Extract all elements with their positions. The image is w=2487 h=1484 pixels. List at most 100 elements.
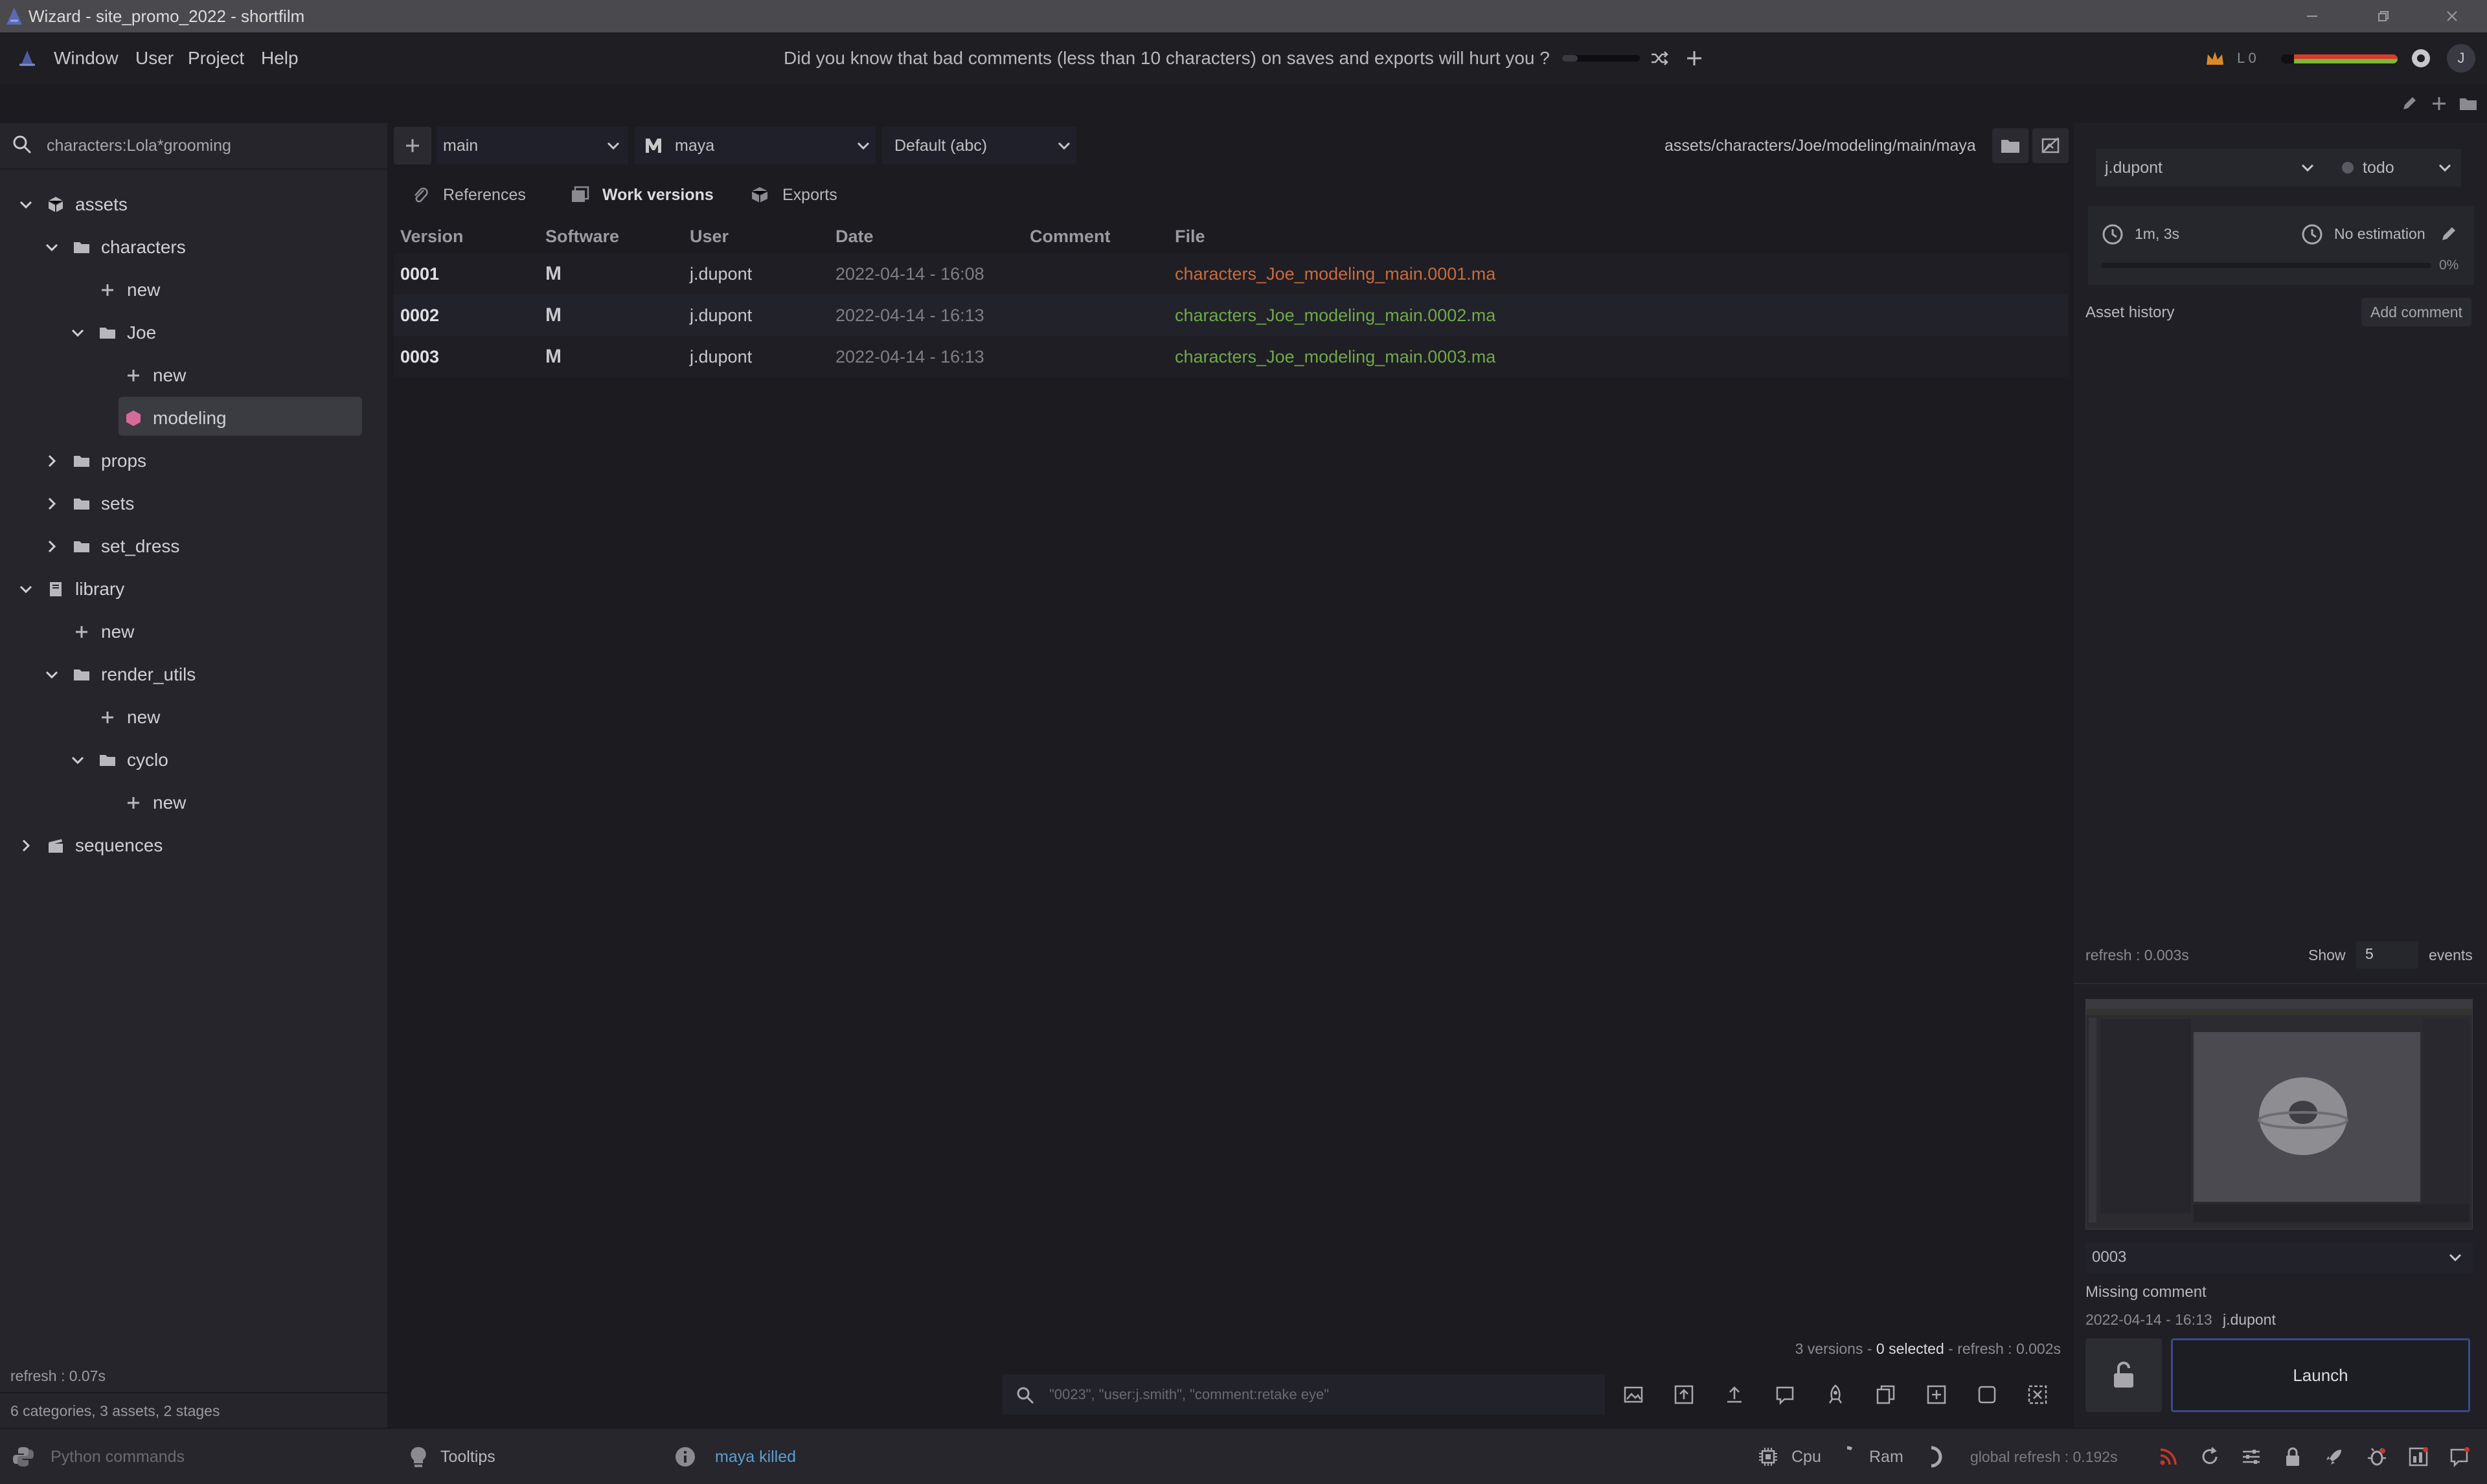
edit-button[interactable] xyxy=(2400,95,2418,113)
ticket-button[interactable] xyxy=(2364,1444,2390,1470)
column-user[interactable]: User xyxy=(690,223,729,249)
events-count-input[interactable]: 5 xyxy=(2356,941,2418,969)
launch-farm-button[interactable] xyxy=(1815,1375,1856,1415)
events-label: events xyxy=(2429,947,2473,963)
tree-item-assets[interactable]: assets xyxy=(18,185,128,224)
column-comment[interactable]: Comment xyxy=(1030,223,1111,249)
life-bar xyxy=(2281,54,2398,63)
new-empty-button[interactable] xyxy=(1966,1375,2008,1415)
export-button[interactable] xyxy=(1714,1375,1755,1415)
tree-item-render-utils[interactable]: render_utils xyxy=(44,655,196,694)
comment-button[interactable] xyxy=(1764,1375,1806,1415)
tree-item-new[interactable]: new xyxy=(98,698,160,737)
crown-icon xyxy=(2205,49,2225,67)
tab-exports-label: Exports xyxy=(782,185,837,204)
tree-item-set-dress[interactable]: set_dress xyxy=(44,527,179,566)
tab-work-versions[interactable]: Work versions xyxy=(570,177,714,213)
box-icon xyxy=(751,187,768,203)
lock-button[interactable] xyxy=(2085,1338,2162,1412)
preferences-button[interactable] xyxy=(2238,1444,2264,1470)
upload-thumbnail-button[interactable] xyxy=(1663,1375,1705,1415)
chevron-down-icon[interactable] xyxy=(18,197,34,212)
add-tip-button[interactable] xyxy=(1684,48,1705,69)
tree-item-sets[interactable]: sets xyxy=(44,484,134,523)
chevron-right-icon[interactable] xyxy=(44,539,60,554)
open-folder-button[interactable] xyxy=(2459,95,2478,113)
tree-item-new[interactable]: new xyxy=(98,271,160,309)
tree-item-label: new xyxy=(127,280,161,300)
version-thumbnail[interactable] xyxy=(2085,999,2473,1230)
add-button[interactable] xyxy=(2430,95,2448,113)
tree-item-Joe[interactable]: Joe xyxy=(70,313,156,352)
cell-date: 2022-04-14 - 16:13 xyxy=(835,306,984,325)
chevron-down-icon[interactable] xyxy=(70,752,85,768)
shuffle-tip-button[interactable] xyxy=(1649,48,1670,69)
menu-window[interactable]: Window xyxy=(54,32,119,84)
tooltips-toggle[interactable]: Tooltips xyxy=(440,1444,495,1470)
new-version-button[interactable] xyxy=(1916,1375,1957,1415)
notifications-button[interactable] xyxy=(2447,1444,2473,1470)
versions-status: 3 versions - 0 selected - refresh : 0.00… xyxy=(1554,1340,2061,1358)
settings-button[interactable] xyxy=(2409,47,2433,70)
column-date[interactable]: Date xyxy=(835,223,874,249)
column-file[interactable]: File xyxy=(1175,223,1205,249)
locks-button[interactable] xyxy=(2280,1444,2306,1470)
folder-icon xyxy=(73,495,91,513)
tree-item-modeling[interactable]: modeling xyxy=(124,399,227,438)
add-variant-button[interactable] xyxy=(394,127,431,164)
chevron-right-icon[interactable] xyxy=(18,838,34,853)
tree-item-characters[interactable]: characters xyxy=(44,228,186,267)
edit-estimation-button[interactable] xyxy=(2439,224,2459,243)
quick-launch-button[interactable] xyxy=(2321,1444,2347,1470)
chevron-down-icon[interactable] xyxy=(70,325,85,341)
maximize-button[interactable] xyxy=(2351,0,2416,32)
feed-button[interactable] xyxy=(2155,1444,2181,1470)
version-select[interactable] xyxy=(2085,1242,2473,1273)
chevron-down-icon xyxy=(2436,159,2453,176)
menu-help[interactable]: Help xyxy=(261,32,299,84)
chevron-down-icon[interactable] xyxy=(18,581,34,597)
menu-project[interactable]: Project xyxy=(188,32,244,84)
close-window-button[interactable] xyxy=(2420,0,2484,32)
toggle-view-button[interactable] xyxy=(2032,128,2069,163)
open-folder-button[interactable] xyxy=(1992,128,2028,163)
column-version[interactable]: Version xyxy=(400,223,464,249)
maya-viewport-thumbnail-image xyxy=(2086,1000,2472,1229)
versions-search-input[interactable]: "0023", "user:j.smith", "comment:retake … xyxy=(1049,1384,1329,1405)
duplicate-button[interactable] xyxy=(1865,1375,1907,1415)
chevron-right-icon[interactable] xyxy=(44,453,60,469)
tree-search-input[interactable]: characters:Lola*grooming xyxy=(47,133,231,159)
wizard-logo-icon xyxy=(4,6,25,26)
software-select[interactable] xyxy=(635,127,876,164)
refresh-button[interactable] xyxy=(2197,1444,2223,1470)
cell-user: j.dupont xyxy=(690,264,753,284)
tree-item-sequences[interactable]: sequences xyxy=(18,826,163,865)
tab-exports[interactable]: Exports xyxy=(750,177,837,213)
tree-item-new[interactable]: new xyxy=(124,356,186,395)
tab-references[interactable]: References xyxy=(411,177,526,213)
minimize-button[interactable] xyxy=(2280,0,2345,32)
python-command-input[interactable]: Python commands xyxy=(51,1444,185,1470)
tree-item-label: new xyxy=(101,622,135,642)
tree-item-new[interactable]: new xyxy=(124,783,186,822)
column-software[interactable]: Software xyxy=(545,223,619,249)
menu-user[interactable]: User xyxy=(135,32,174,84)
launch-button[interactable]: Launch xyxy=(2171,1338,2470,1412)
shuffle-icon xyxy=(1652,51,1668,65)
tree-item-label: modeling xyxy=(153,408,227,428)
chevron-down-icon[interactable] xyxy=(44,240,60,255)
tree-item-library[interactable]: library xyxy=(18,570,124,609)
close-icon xyxy=(2447,11,2457,21)
chevron-down-icon[interactable] xyxy=(44,667,60,682)
user-avatar[interactable]: J xyxy=(2447,44,2475,73)
restore-icon xyxy=(2378,11,2389,21)
dashboard-button[interactable] xyxy=(2405,1444,2431,1470)
screenshot-button[interactable] xyxy=(1613,1375,1654,1415)
tree-item-props[interactable]: props xyxy=(44,442,146,480)
chevron-right-icon[interactable] xyxy=(44,496,60,512)
add-comment-button[interactable]: Add comment xyxy=(2361,298,2471,326)
tree-item-label: library xyxy=(75,579,125,599)
tree-item-new[interactable]: new xyxy=(73,613,134,651)
tree-item-cyclo[interactable]: cyclo xyxy=(70,741,168,780)
archive-button[interactable] xyxy=(2017,1375,2058,1415)
